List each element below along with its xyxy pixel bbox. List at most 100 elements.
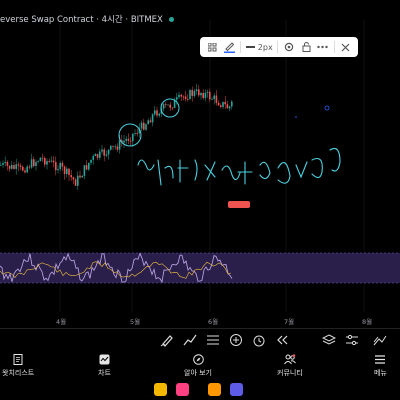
candle-body (52, 160, 55, 163)
candle-body (94, 154, 97, 157)
draw-anchor-point (324, 105, 330, 111)
candle-body (39, 157, 42, 162)
candle-body (2, 162, 4, 165)
candle-body (171, 107, 174, 109)
nav-community[interactable]: 커뮤니티 (277, 353, 303, 378)
market-status-dot (168, 17, 174, 22)
candle-body (217, 102, 220, 106)
candle-body (143, 122, 145, 130)
layers-icon[interactable] (321, 332, 337, 348)
candle-body (55, 162, 57, 171)
fib-icon[interactable] (205, 332, 221, 348)
candle-body (101, 149, 103, 152)
candle-body (22, 166, 24, 171)
candle-body (224, 101, 226, 105)
candle-body (193, 91, 196, 96)
candle-body (204, 92, 207, 98)
drag-handle-icon[interactable] (206, 39, 218, 55)
nav-menu[interactable]: 메뉴 (374, 353, 387, 378)
candle-body (213, 95, 215, 100)
chart-icon (98, 353, 110, 365)
hand-drawn-scribble (137, 147, 341, 186)
candle-body (116, 146, 119, 150)
drawing-toolbar: 2px (200, 37, 358, 57)
app-yellow-icon[interactable] (154, 383, 167, 396)
candle-body (41, 157, 44, 159)
sliders-icon[interactable] (344, 332, 360, 348)
alert-clock-icon[interactable] (251, 332, 267, 348)
candle-body (96, 154, 99, 158)
candle-body (156, 110, 158, 116)
candle-body (79, 175, 81, 178)
nav-label: 차트 (98, 369, 111, 377)
candle-body (154, 110, 156, 115)
chart-area[interactable]: everse Swap Contract · 4시간 · BITMEX 2px … (0, 0, 400, 328)
candle-body (103, 149, 105, 156)
close-icon[interactable] (339, 39, 351, 55)
app-dock (0, 380, 400, 400)
app-purple-icon[interactable] (230, 383, 243, 396)
month-label: 5월 (130, 318, 141, 326)
candle-body (220, 105, 222, 107)
candle-body (211, 99, 213, 100)
candle-body (123, 140, 125, 143)
plus-icon[interactable] (228, 332, 244, 348)
menu-icon (374, 353, 386, 365)
candle-body (30, 159, 33, 168)
nav-label: 알아 보기 (184, 369, 212, 377)
month-label: 4월 (56, 318, 67, 326)
candle-body (129, 140, 132, 142)
nav-chart[interactable]: 차트 (98, 353, 111, 378)
candle-body (77, 175, 79, 186)
candle-body (222, 101, 224, 107)
candle-body (182, 96, 185, 98)
candle-body (136, 133, 138, 134)
candle-body (4, 161, 6, 163)
app-pink-icon[interactable] (176, 383, 189, 396)
toolbar-divider (277, 41, 279, 53)
replay-icon[interactable] (274, 332, 290, 348)
candle-body (178, 94, 180, 98)
candle-body (26, 166, 28, 173)
brush-icon[interactable] (159, 332, 175, 348)
nav-explore[interactable]: 알아 보기 (184, 353, 212, 378)
candle-body (88, 162, 90, 170)
candle-body (110, 145, 112, 150)
candle-body (226, 104, 229, 109)
compare-icon[interactable] (372, 332, 388, 348)
symbol-header[interactable]: everse Swap Contract · 4시간 · BITMEX (0, 13, 174, 25)
candle-body (72, 177, 75, 180)
candle-body (125, 138, 127, 141)
candle-body (59, 162, 61, 170)
candle-body (68, 168, 70, 176)
toolbar-divider (333, 41, 335, 53)
time-axis[interactable]: 4월 5월 6월 7월 8월 (0, 316, 400, 328)
month-label: 7월 (284, 318, 295, 326)
hand-drawn-circle (118, 123, 142, 147)
candle-body (63, 166, 66, 174)
app-orange-icon[interactable] (208, 383, 221, 396)
candle-body (140, 122, 143, 129)
trend-line-icon[interactable] (182, 332, 198, 348)
price-tag (228, 201, 250, 208)
nav-watchlist[interactable]: 왓치리스트 (2, 353, 34, 378)
candle-body (189, 90, 191, 100)
candle-body (169, 104, 171, 108)
candle-body (149, 120, 152, 123)
settings-icon[interactable] (283, 39, 295, 55)
candle-body (114, 146, 116, 148)
candle-body (70, 175, 72, 178)
stroke-width-label: 2px (257, 42, 273, 52)
candle-body (180, 94, 182, 97)
lock-icon[interactable] (300, 39, 312, 55)
candle-body (92, 156, 94, 160)
stroke-width-select[interactable]: 2px (245, 39, 273, 55)
candle-body (206, 91, 209, 93)
nav-label: 커뮤니티 (277, 369, 303, 377)
brush-icon[interactable] (223, 39, 235, 55)
candle-body (167, 104, 169, 106)
candle-body (11, 165, 13, 169)
candle-body (13, 165, 15, 169)
more-icon[interactable] (317, 39, 329, 55)
compass-icon (192, 353, 204, 365)
